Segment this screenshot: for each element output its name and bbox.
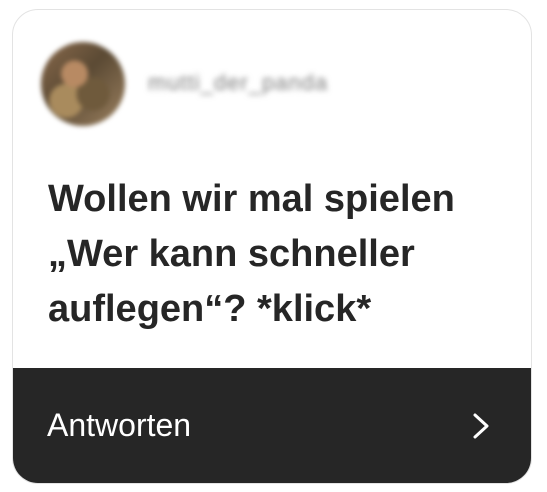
reply-button[interactable]: Antworten [13, 368, 531, 483]
question-text: Wollen wir mal spielen „Wer kann schnell… [48, 178, 455, 330]
username: mutti_der_panda [148, 70, 329, 95]
sticker-header: mutti_der_panda [13, 10, 531, 150]
chevron-right-icon [473, 413, 489, 438]
question-sticker-card: mutti_der_panda Wollen wir mal spielen „… [12, 9, 532, 484]
avatar [41, 42, 125, 126]
reply-button-label: Antworten [47, 407, 192, 443]
